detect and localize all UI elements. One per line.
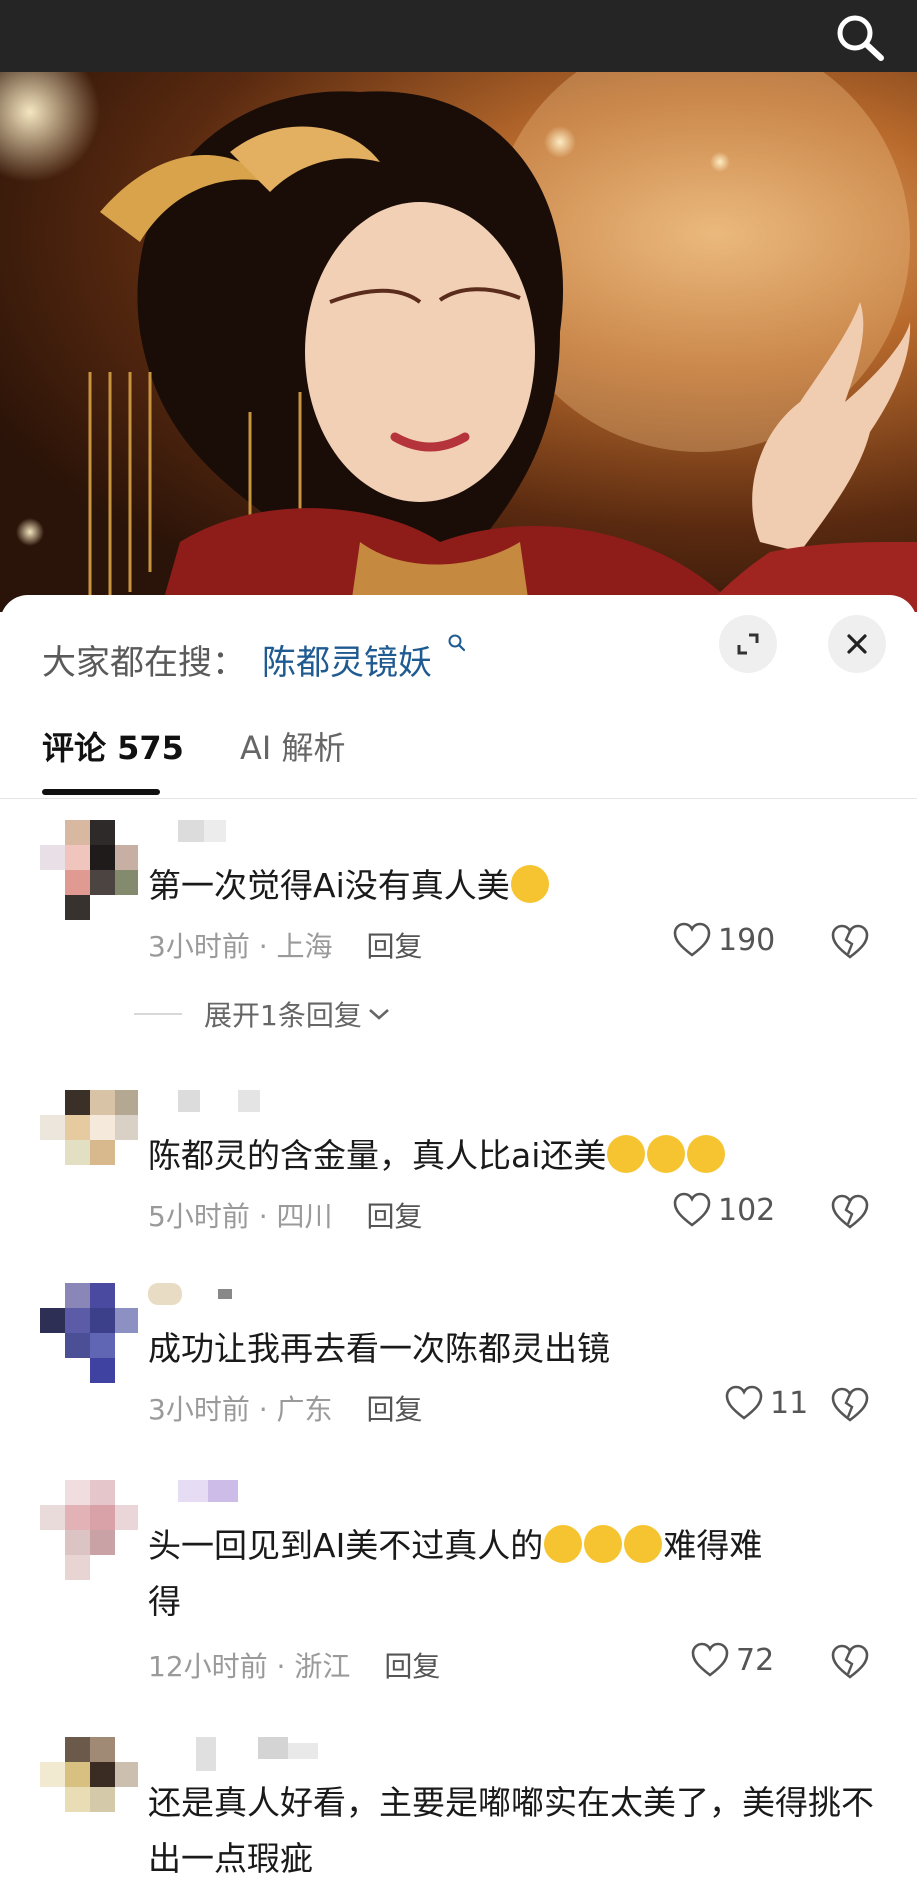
like-count: 102: [718, 1192, 776, 1228]
broken-heart-icon: [831, 1387, 869, 1422]
dislike-button[interactable]: [830, 1644, 870, 1684]
like-button[interactable]: 102: [672, 1192, 775, 1228]
like-count: 72: [736, 1642, 775, 1678]
active-tab-indicator: [42, 789, 160, 795]
comment-text: 头一回见到AI美不过真人的 难得难得: [148, 1518, 888, 1630]
heart-icon: [673, 922, 711, 957]
reply-button[interactable]: 回复: [384, 1650, 440, 1683]
divider: [0, 798, 917, 799]
mini-search-icon: [447, 633, 467, 653]
tab-comments[interactable]: 评论 575: [42, 723, 184, 769]
comment-item: 成功让我再去看一次陈都灵出镜 3小时前 · 广东 回复 11: [0, 1283, 917, 1443]
avatar[interactable]: [40, 820, 138, 920]
comments-panel: 大家都在搜： 陈都灵镜妖 评论 575 AI 解析 第一次觉得Ai没有真人美 3…: [0, 595, 917, 1900]
comment-text: 成功让我再去看一次陈都灵出镜: [148, 1329, 610, 1368]
reply-button[interactable]: 回复: [367, 1393, 423, 1426]
comment-meta: 3小时前 · 上海 回复: [148, 925, 423, 965]
like-button[interactable]: 11: [724, 1385, 808, 1421]
comment-time-location: 3小时前 · 上海: [148, 930, 333, 963]
hero-image: [0, 72, 917, 612]
reply-button[interactable]: 回复: [367, 930, 423, 963]
comment-item: 头一回见到AI美不过真人的 难得难得 12小时前 · 浙江 回复 72: [0, 1480, 917, 1710]
comment-text: 第一次觉得Ai没有真人美: [148, 858, 888, 914]
comment-time-location: 5小时前 · 四川: [148, 1200, 333, 1233]
crying-face-icon: [510, 865, 549, 903]
close-icon: [847, 634, 867, 654]
tab-bar: 评论 575 AI 解析: [0, 717, 917, 795]
like-count: 11: [770, 1385, 809, 1421]
like-button[interactable]: 190: [672, 922, 775, 958]
tab-ai-analysis[interactable]: AI 解析: [240, 723, 346, 769]
rolling-laughing-face-icon: [578, 1518, 629, 1570]
like-count: 190: [718, 922, 776, 958]
avatar[interactable]: [40, 1283, 138, 1383]
broken-heart-icon: [831, 1644, 869, 1679]
expand-button[interactable]: [719, 615, 777, 673]
comment-meta: 12小时前 · 浙江 回复: [148, 1645, 440, 1685]
expand-icon: [737, 633, 759, 655]
expand-replies-label: 展开1条回复: [204, 999, 362, 1032]
expand-replies[interactable]: 展开1条回复: [134, 994, 392, 1034]
top-bar: [0, 0, 917, 72]
rolling-laughing-face-icon: [618, 1518, 669, 1570]
broken-heart-icon: [831, 924, 869, 959]
reply-button[interactable]: 回复: [367, 1200, 423, 1233]
close-button[interactable]: [828, 615, 886, 673]
divider: [134, 1013, 182, 1015]
heart-icon: [691, 1642, 729, 1677]
dislike-button[interactable]: [830, 924, 870, 964]
search-icon[interactable]: [833, 12, 889, 62]
comment-item: 陈都灵的含金量，真人比ai还美 5小时前 · 四川 回复 102: [0, 1090, 917, 1280]
dislike-button[interactable]: [830, 1194, 870, 1234]
comment-meta: 5小时前 · 四川 回复: [148, 1195, 423, 1235]
hot-search-term[interactable]: 陈都灵镜妖: [262, 635, 432, 684]
comment-meta: 3小时前 · 广东 回复: [148, 1388, 423, 1428]
dislike-button[interactable]: [830, 1387, 870, 1427]
avatar[interactable]: [40, 1090, 138, 1190]
comment-item: 还是真人好看，主要是嘟嘟实在太美了，美得挑不出一点瑕疵: [0, 1737, 917, 1887]
heart-eyes-face-icon: [607, 1135, 646, 1173]
comment-time-location: 12小时前 · 浙江: [148, 1650, 351, 1683]
comment-text: 还是真人好看，主要是嘟嘟实在太美了，美得挑不出一点瑕疵: [148, 1783, 874, 1878]
comment-item: 第一次觉得Ai没有真人美 3小时前 · 上海 回复 190 展开1条回复: [0, 820, 917, 1060]
rolling-laughing-face-icon: [538, 1518, 589, 1570]
heart-eyes-face-icon: [687, 1135, 726, 1173]
comment-text: 陈都灵的含金量，真人比ai还美: [148, 1128, 888, 1184]
heart-icon: [725, 1385, 763, 1420]
chevron-down-icon: [368, 1009, 389, 1020]
heart-eyes-face-icon: [647, 1135, 686, 1173]
avatar[interactable]: [40, 1737, 138, 1837]
heart-icon: [673, 1192, 711, 1227]
hot-search-label: 大家都在搜：: [42, 643, 246, 683]
comment-time-location: 3小时前 · 广东: [148, 1393, 333, 1426]
broken-heart-icon: [831, 1194, 869, 1229]
like-button[interactable]: 72: [690, 1642, 774, 1678]
avatar[interactable]: [40, 1480, 138, 1580]
